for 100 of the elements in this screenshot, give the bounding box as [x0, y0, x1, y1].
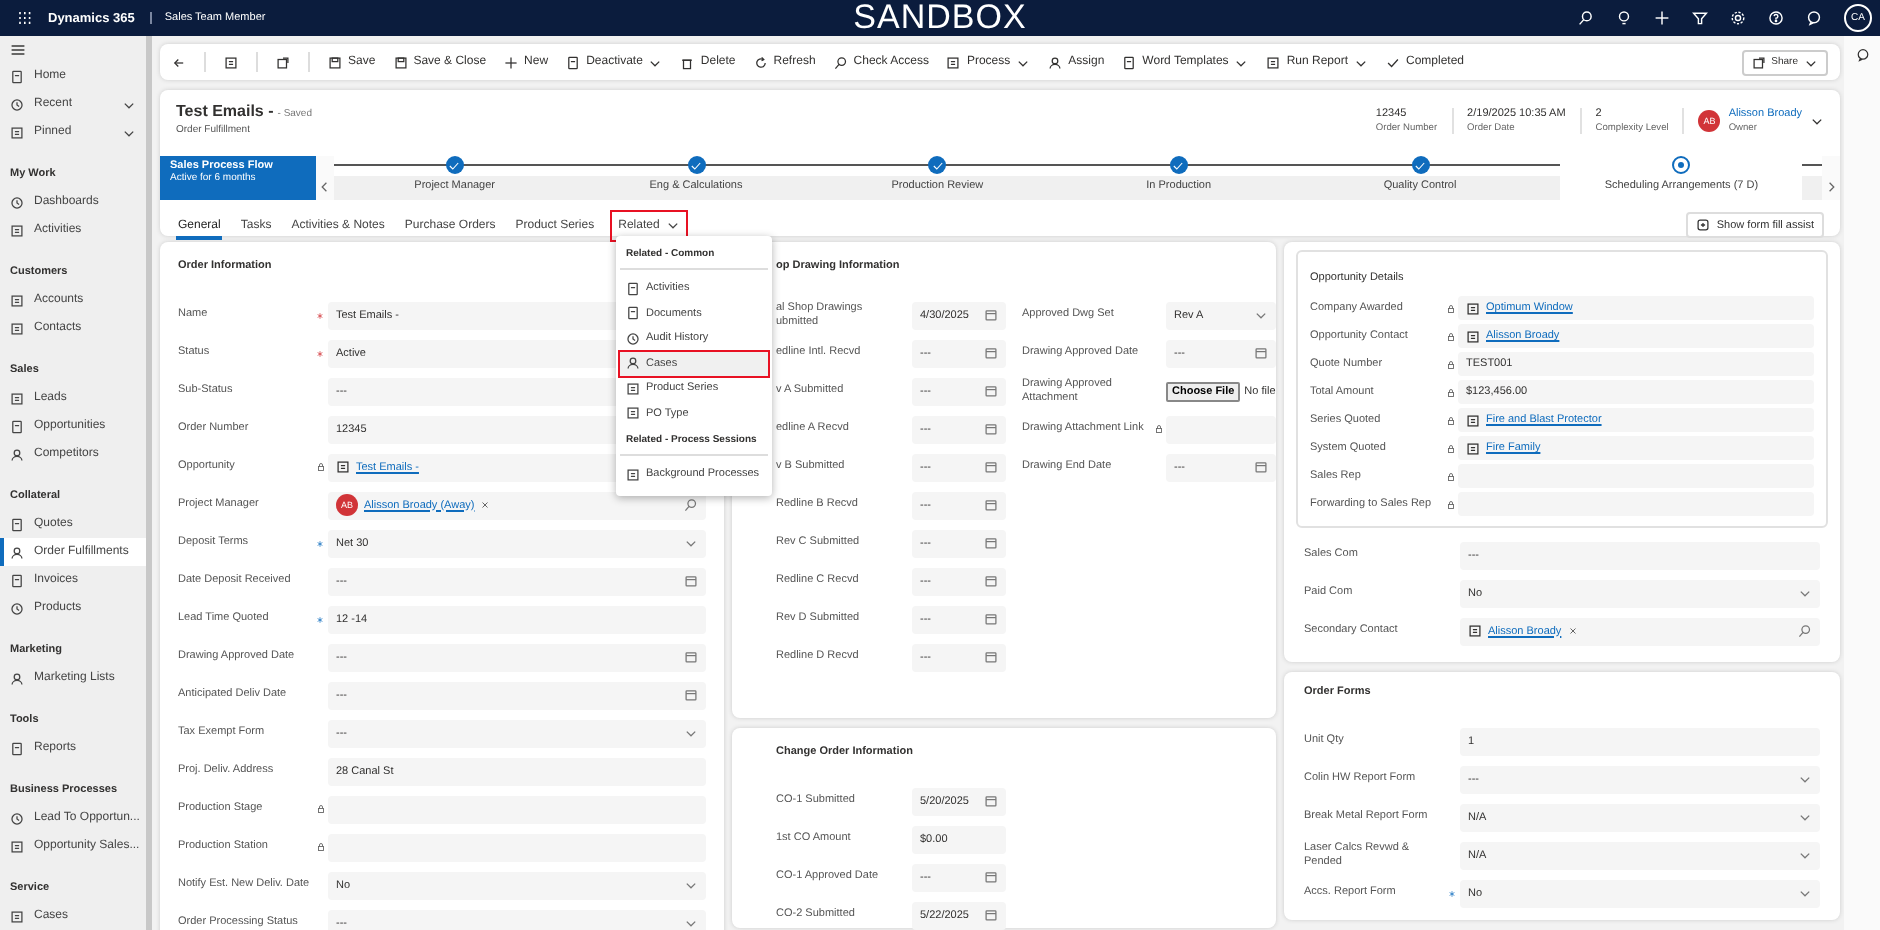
calendar-icon — [984, 536, 998, 550]
record-icon — [10, 391, 24, 405]
stage-marker[interactable] — [445, 156, 464, 174]
lock-icon — [1446, 443, 1456, 453]
record-icon — [10, 909, 24, 923]
record-icon — [336, 460, 350, 474]
chevron-down-icon — [1234, 55, 1249, 69]
page-icon — [10, 517, 24, 531]
menu-icon[interactable] — [10, 42, 26, 58]
lightbulb-icon[interactable] — [1616, 10, 1632, 26]
page-icon — [10, 741, 24, 755]
help-icon[interactable] — [1768, 10, 1784, 26]
record-icon — [626, 467, 640, 482]
checkmark-icon — [448, 159, 461, 171]
checkmark-icon — [1414, 159, 1427, 171]
calendar-icon — [984, 870, 998, 884]
calendar-icon — [984, 574, 998, 588]
record-icon — [1466, 413, 1480, 427]
lock-icon — [316, 462, 326, 472]
calendar-icon — [984, 384, 998, 398]
stage-marker[interactable] — [1672, 156, 1691, 174]
record-icon — [1466, 441, 1480, 455]
person-icon — [10, 545, 24, 559]
chat-icon[interactable] — [1855, 48, 1869, 62]
page-icon — [626, 281, 640, 296]
settings-icon[interactable] — [1730, 10, 1746, 26]
text-field[interactable] — [1166, 415, 1276, 443]
lock-icon — [1446, 415, 1456, 425]
asterisk-icon — [316, 539, 324, 547]
lock-icon — [316, 804, 326, 814]
record-icon — [10, 321, 24, 335]
chevron-right-icon — [1824, 180, 1838, 194]
stage-marker[interactable] — [687, 156, 705, 174]
clock-icon — [10, 601, 24, 615]
chevron-down-icon — [1354, 55, 1368, 69]
chevron-down-icon — [1798, 886, 1812, 900]
record-icon — [1466, 301, 1480, 315]
calendar-icon — [984, 908, 998, 922]
filter-icon[interactable] — [1692, 10, 1708, 26]
stage-marker[interactable] — [1169, 156, 1188, 174]
calendar-icon — [1254, 346, 1268, 360]
checkmark-icon — [1172, 159, 1185, 171]
lock-icon — [1446, 387, 1456, 397]
asterisk-icon — [316, 349, 324, 357]
calendar-icon — [684, 650, 698, 664]
calendar-icon — [984, 650, 998, 664]
page-icon — [1122, 55, 1137, 69]
page-icon — [10, 573, 24, 587]
calendar-icon — [1254, 460, 1268, 474]
open-window-icon — [1751, 55, 1766, 69]
search-icon — [833, 55, 848, 69]
chevron-down-icon — [1254, 308, 1268, 322]
calendar-icon — [684, 574, 698, 588]
chevron-down-icon — [684, 878, 698, 892]
page-icon — [626, 306, 640, 321]
chevron-down-icon — [684, 536, 698, 550]
trash-icon — [680, 55, 695, 69]
clock-icon — [10, 97, 24, 111]
chevron-down-icon — [684, 916, 698, 930]
person-icon — [10, 671, 24, 685]
checkmark-icon — [931, 159, 944, 171]
calendar-icon — [984, 612, 998, 626]
record-icon — [626, 406, 640, 421]
chevron-down-icon — [1798, 772, 1812, 786]
record-icon — [1466, 329, 1480, 343]
record-icon — [946, 55, 961, 69]
record-icon — [1266, 55, 1281, 69]
back-arrow-icon[interactable] — [172, 55, 186, 69]
lock-icon — [1154, 424, 1164, 434]
lock-icon — [1446, 499, 1456, 509]
asterisk-icon — [316, 615, 324, 623]
calendar-icon — [984, 308, 998, 322]
checkmark-icon — [690, 159, 702, 171]
plus-icon[interactable] — [1654, 10, 1670, 26]
app-launcher-icon[interactable] — [16, 10, 32, 26]
open-window-icon[interactable] — [276, 55, 290, 69]
clock-icon — [10, 195, 24, 209]
record-icon — [10, 125, 24, 139]
stage-marker[interactable] — [928, 156, 947, 174]
chevron-left-icon — [318, 180, 332, 194]
refresh-icon — [753, 55, 768, 69]
lock-icon — [1446, 303, 1456, 313]
search-icon[interactable] — [1578, 10, 1594, 26]
page-icon — [10, 419, 24, 433]
environment-label: SANDBOX — [853, 0, 1027, 36]
chevron-down-icon — [1016, 55, 1031, 69]
form-assist-icon — [1696, 218, 1711, 232]
record-icon — [10, 839, 24, 853]
calendar-icon — [684, 688, 698, 702]
record-icon[interactable] — [224, 55, 238, 69]
chevron-down-icon — [684, 726, 698, 740]
chevron-down-icon[interactable] — [1810, 114, 1824, 128]
chevron-down-icon — [665, 218, 680, 232]
calendar-icon — [984, 498, 998, 512]
lock-icon — [1446, 359, 1456, 369]
chevron-down-icon — [1798, 848, 1812, 862]
plus-icon — [504, 55, 519, 69]
stage-marker[interactable] — [1411, 156, 1430, 174]
lock-icon — [316, 842, 326, 852]
asterisk-icon — [316, 311, 324, 319]
